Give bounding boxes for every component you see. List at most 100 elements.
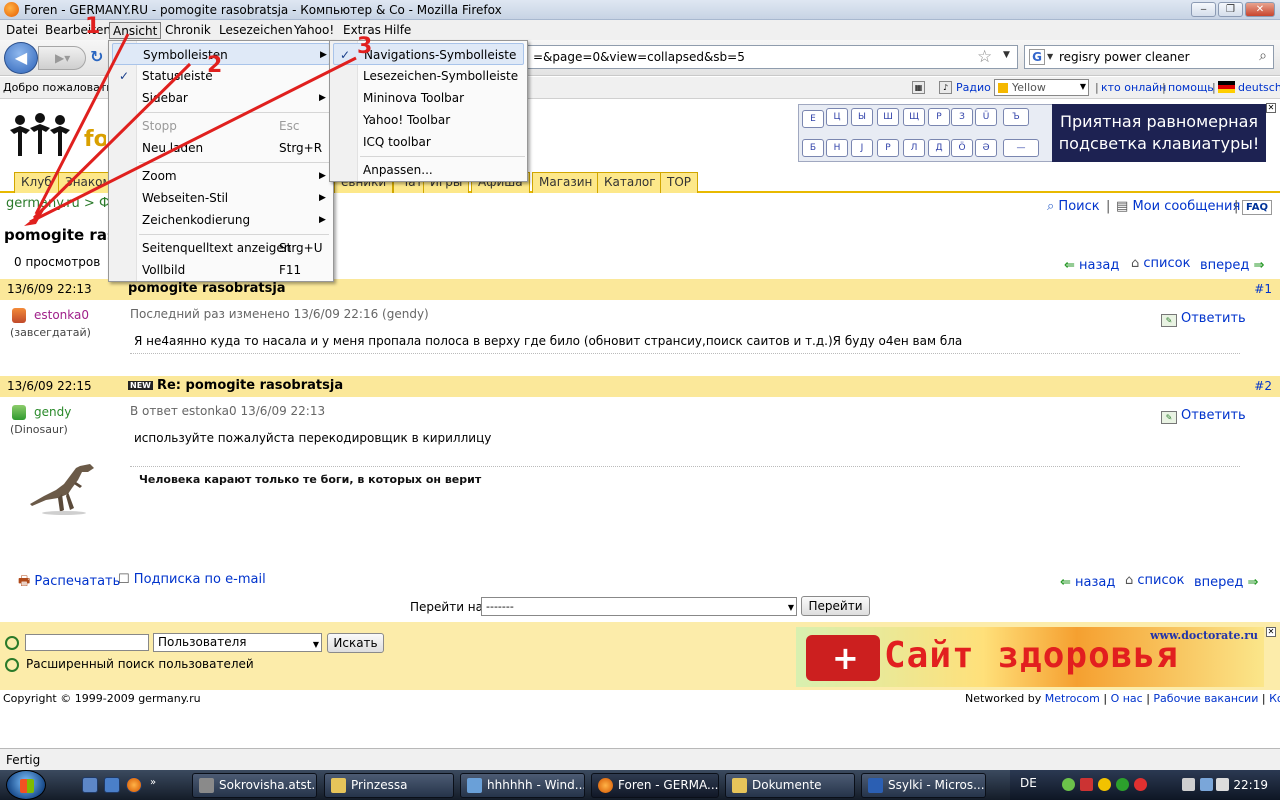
- breadcrumb[interactable]: germany.ru > Фо: [6, 196, 118, 211]
- menu-item-bookmarks-toolbar[interactable]: Lesezeichen-Symbolleiste: [333, 65, 524, 87]
- nav-back-link[interactable]: ⇐ назад: [1060, 575, 1115, 590]
- toolbar-icon[interactable]: ▦: [912, 81, 925, 94]
- search-bar[interactable]: G ▼ regisry power cleaner ⌕: [1024, 45, 1274, 69]
- tab-top[interactable]: TOP: [660, 172, 699, 193]
- nav-list-link[interactable]: ⌂ список: [1131, 256, 1190, 271]
- metrocom-link[interactable]: Metrocom: [1045, 692, 1100, 705]
- about-link[interactable]: О нас: [1111, 692, 1143, 705]
- google-icon[interactable]: G: [1029, 49, 1045, 65]
- lang-link[interactable]: deutsch: [1238, 81, 1280, 94]
- network-icon[interactable]: [1182, 778, 1195, 791]
- checkbox-icon[interactable]: ☐: [118, 572, 130, 587]
- keyboard-ad-text[interactable]: Приятная равномерная подсветка клавиатур…: [1052, 104, 1266, 162]
- tray-icon[interactable]: [1098, 778, 1111, 791]
- menu-item-page-style[interactable]: Webseiten-Stil ▶: [112, 187, 330, 209]
- menu-lesezeichen[interactable]: Lesezeichen: [216, 22, 296, 39]
- menu-item-reload[interactable]: Neu laden Strg+R: [112, 137, 330, 159]
- menu-bearbeiten[interactable]: Bearbeiten: [42, 22, 114, 39]
- help-link[interactable]: помощь: [1168, 81, 1214, 94]
- health-site-ad[interactable]: Сайт здоровья www.doctorate.ru: [796, 627, 1264, 687]
- taskbar-button[interactable]: Ssylki - Micros...: [861, 773, 986, 798]
- menu-item-encoding[interactable]: Zeichenkodierung ▶: [112, 209, 330, 231]
- tray-icon[interactable]: [1134, 778, 1147, 791]
- input-language[interactable]: DE: [1020, 776, 1037, 790]
- tray-icon[interactable]: [1062, 778, 1075, 791]
- user-search-button[interactable]: Искать: [327, 633, 384, 653]
- firefox-icon[interactable]: [126, 777, 142, 793]
- menu-hilfe[interactable]: Hilfe: [381, 22, 414, 39]
- maximize-button[interactable]: ❐: [1218, 2, 1243, 17]
- site-logo[interactable]: fo: [6, 112, 106, 162]
- goto-button[interactable]: Перейти: [801, 596, 870, 616]
- post-number-link[interactable]: #2: [1254, 379, 1272, 393]
- back-button[interactable]: ◀: [4, 42, 38, 74]
- subscribe-link[interactable]: ☐ Подписка по e-mail: [118, 572, 266, 587]
- menu-item-customize[interactable]: Anpassen...: [333, 159, 524, 181]
- menu-item-icq-toolbar[interactable]: ICQ toolbar: [333, 131, 524, 153]
- reload-icon[interactable]: ↻: [90, 47, 108, 67]
- start-button[interactable]: [6, 770, 46, 800]
- close-ad-icon[interactable]: ✕: [1266, 103, 1276, 113]
- my-messages-link[interactable]: ▤ Мои сообщения: [1116, 199, 1240, 214]
- menu-ansicht[interactable]: Ansicht: [109, 22, 162, 39]
- menu-item-fullscreen[interactable]: Vollbild F11: [112, 259, 330, 281]
- minimize-button[interactable]: ‒: [1191, 2, 1216, 17]
- forward-button[interactable]: ▶▾: [38, 46, 86, 70]
- nav-back-link[interactable]: ⇐ назад: [1064, 258, 1119, 273]
- tray-icon[interactable]: [1080, 778, 1093, 791]
- menu-datei[interactable]: Datei: [3, 22, 41, 39]
- reply-link[interactable]: ✎ Ответить: [1161, 311, 1246, 327]
- tab-club[interactable]: Клуб: [14, 172, 59, 193]
- url-dropdown-icon[interactable]: ▼: [1003, 50, 1010, 60]
- contact-link[interactable]: Контакт: [1269, 692, 1280, 705]
- nav-forward-link[interactable]: вперед ⇒: [1194, 575, 1258, 590]
- print-link[interactable]: 🖶 Распечатать: [18, 572, 120, 594]
- post-author[interactable]: gendy: [34, 405, 71, 419]
- menu-item-page-source[interactable]: Seitenquelltext anzeigen Strg+U: [112, 237, 330, 259]
- menu-item-yahoo-toolbar[interactable]: Yahoo! Toolbar: [333, 109, 524, 131]
- menu-yahoo[interactable]: Yahoo!: [291, 22, 337, 39]
- taskbar-button[interactable]: Sokrovisha.atst...: [192, 773, 317, 798]
- user-search-type-select[interactable]: Пользователя ▼: [153, 633, 322, 652]
- keyboard-ad[interactable]: Е Ц Ы Ш Щ Р З Ü Ъ Б Н Ј Р Л Д Ö Ә —: [798, 104, 1064, 162]
- show-desktop-icon[interactable]: [82, 777, 98, 793]
- who-online-link[interactable]: кто онлайн: [1101, 81, 1166, 94]
- search-input[interactable]: regisry power cleaner: [1059, 50, 1190, 64]
- menu-chronik[interactable]: Chronik: [162, 22, 214, 39]
- close-ad-icon[interactable]: ✕: [1266, 627, 1276, 637]
- reply-link[interactable]: ✎ Ответить: [1161, 408, 1246, 424]
- faq-button[interactable]: FAQ: [1242, 200, 1272, 215]
- taskbar-button[interactable]: Foren - GERMA...: [591, 773, 719, 798]
- taskbar-button[interactable]: Prinzessa: [324, 773, 454, 798]
- taskbar-button[interactable]: Dokumente: [725, 773, 855, 798]
- tray-icon[interactable]: [1116, 778, 1129, 791]
- switch-windows-icon[interactable]: [104, 777, 120, 793]
- search-engine-dropdown-icon[interactable]: ▼: [1047, 52, 1053, 61]
- radio-icon[interactable]: ♪: [939, 81, 952, 94]
- search-icon[interactable]: ⌕: [1259, 48, 1267, 64]
- jobs-link[interactable]: Рабочие вакансии: [1153, 692, 1258, 705]
- taskbar-button[interactable]: hhhhhh - Wind...: [460, 773, 585, 798]
- volume-icon[interactable]: [1216, 778, 1229, 791]
- menu-item-sidebar[interactable]: Sidebar ▶: [112, 87, 330, 109]
- clock[interactable]: 22:19: [1233, 778, 1268, 792]
- forum-search-link[interactable]: ⌕ Поиск: [1047, 199, 1100, 214]
- close-button[interactable]: ✕: [1245, 2, 1275, 17]
- tab-catalog[interactable]: Каталог: [597, 172, 663, 193]
- color-select[interactable]: Yellow ▼: [994, 79, 1089, 96]
- tab-shop[interactable]: Магазин: [532, 172, 600, 193]
- post-author[interactable]: estonka0: [34, 308, 89, 322]
- user-search-input[interactable]: [25, 634, 149, 651]
- radio-link[interactable]: Радио: [956, 81, 991, 94]
- nav-list-link[interactable]: ⌂ список: [1125, 573, 1184, 588]
- nav-forward-link[interactable]: вперед ⇒: [1200, 258, 1264, 273]
- tray-icon[interactable]: [1200, 778, 1213, 791]
- quicklaunch-more-icon[interactable]: »: [150, 777, 166, 793]
- goto-select[interactable]: ------- ▼: [481, 597, 797, 616]
- menu-item-zoom[interactable]: Zoom ▶: [112, 165, 330, 187]
- post-number-link[interactable]: #1: [1254, 282, 1272, 296]
- menu-item-mininova-toolbar[interactable]: Mininova Toolbar: [333, 87, 524, 109]
- bookmark-star-icon[interactable]: ☆: [977, 47, 992, 67]
- advanced-user-search-link[interactable]: Расширенный поиск пользователей: [26, 657, 254, 671]
- menu-item-stop[interactable]: Stopp Esc: [112, 115, 330, 137]
